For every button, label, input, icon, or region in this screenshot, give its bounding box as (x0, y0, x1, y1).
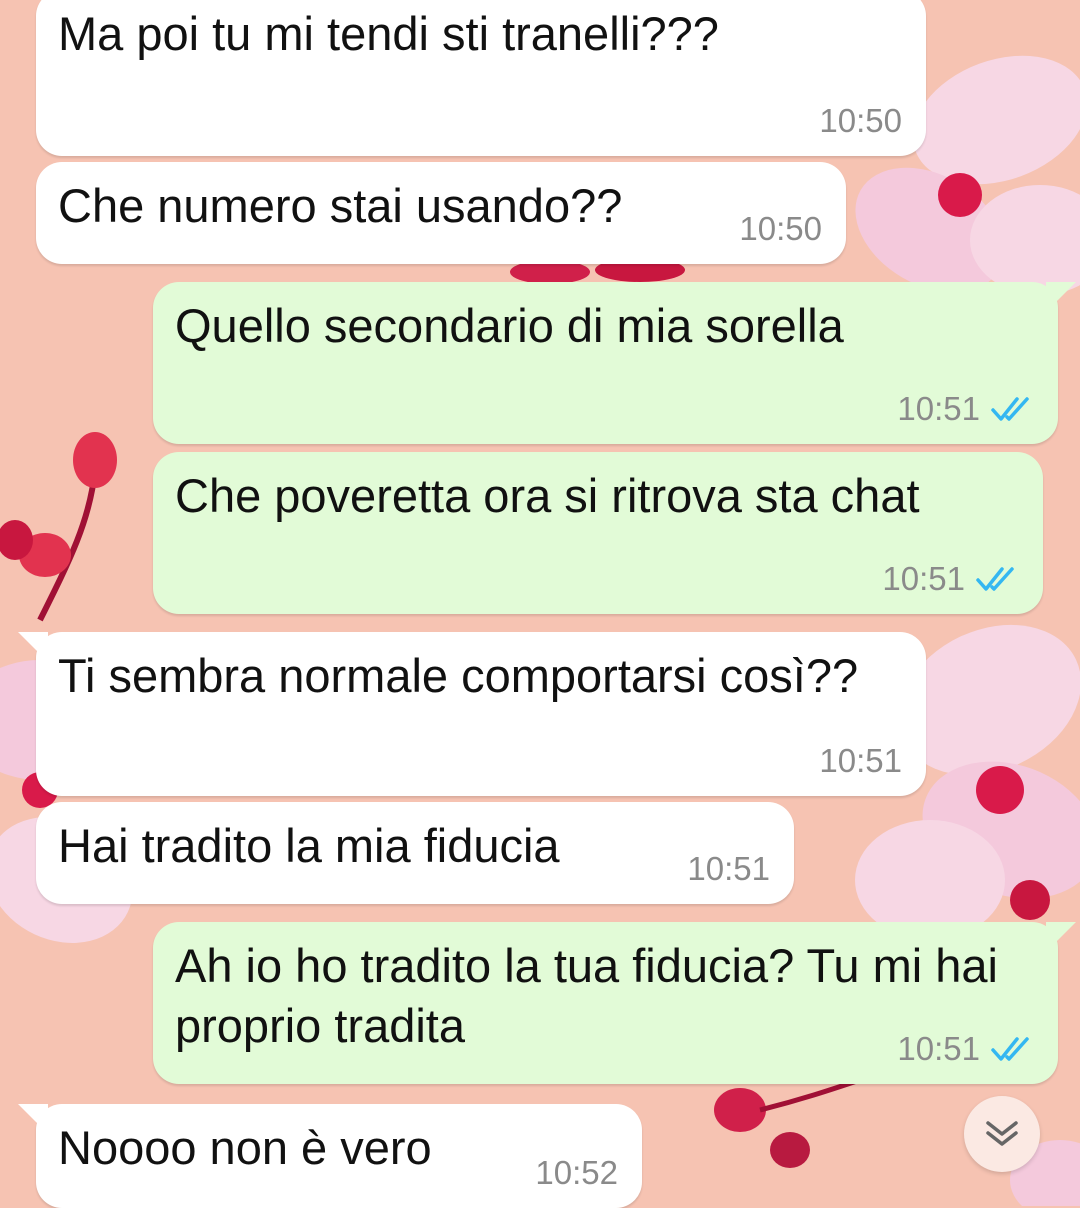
outgoing-message-bubble[interactable]: Quello secondario di mia sorella 10:51 (153, 282, 1076, 444)
message-meta: 10:51 (882, 560, 1019, 598)
message-text: Ti sembra normale comportarsi così?? (58, 649, 859, 702)
message-time: 10:50 (739, 210, 822, 247)
incoming-message-bubble[interactable]: Hai tradito la mia fiducia 10:51 (36, 802, 794, 904)
bubble-tail (1046, 922, 1076, 952)
message-time: 10:51 (882, 560, 965, 597)
double-check-read-icon (976, 567, 1014, 591)
outgoing-message-bubble[interactable]: Ah io ho tradito la tua fiducia? Tu mi h… (153, 922, 1076, 1084)
message-meta: 10:51 (897, 390, 1034, 428)
message-text: Hai tradito la mia fiducia (58, 819, 560, 872)
message-meta: 10:50 (819, 102, 902, 140)
double-check-read-icon (991, 1037, 1029, 1061)
message-meta: 10:51 (819, 742, 902, 780)
message-meta: 10:50 (739, 210, 822, 248)
incoming-message-bubble[interactable]: Ti sembra normale comportarsi così?? 10:5… (18, 632, 926, 796)
message-meta: 10:51 (687, 850, 770, 888)
message-meta: 10:51 (897, 1030, 1034, 1068)
outgoing-message-bubble[interactable]: Che poveretta ora si ritrova sta chat 10:… (153, 452, 1043, 614)
bubble-tail (1046, 282, 1076, 312)
message-text: Che numero stai usando?? (58, 179, 623, 232)
message-time: 10:51 (897, 390, 980, 427)
incoming-message-bubble[interactable]: Che numero stai usando?? 10:50 (36, 162, 846, 264)
message-text: Ma poi tu mi tendi sti tranelli??? (58, 7, 719, 60)
bubble-tail (18, 632, 48, 662)
message-text: Quello secondario di mia sorella (175, 299, 844, 352)
message-text: Che poveretta ora si ritrova sta chat (175, 469, 920, 522)
incoming-message-bubble[interactable]: Ma poi tu mi tendi sti tranelli??? 10:50 (36, 0, 926, 156)
message-time: 10:51 (897, 1030, 980, 1067)
bubble-tail (18, 1104, 48, 1134)
double-chevron-down-icon (986, 1121, 1018, 1146)
double-check-read-icon (991, 397, 1029, 421)
scroll-to-bottom-button[interactable] (964, 1096, 1040, 1172)
message-meta: 10:52 (535, 1154, 618, 1192)
message-time: 10:51 (819, 742, 902, 779)
message-time: 10:50 (819, 102, 902, 139)
incoming-message-bubble[interactable]: Noooo non è vero 10:52 (18, 1104, 642, 1208)
message-time: 10:51 (687, 850, 770, 887)
message-time: 10:52 (535, 1154, 618, 1191)
